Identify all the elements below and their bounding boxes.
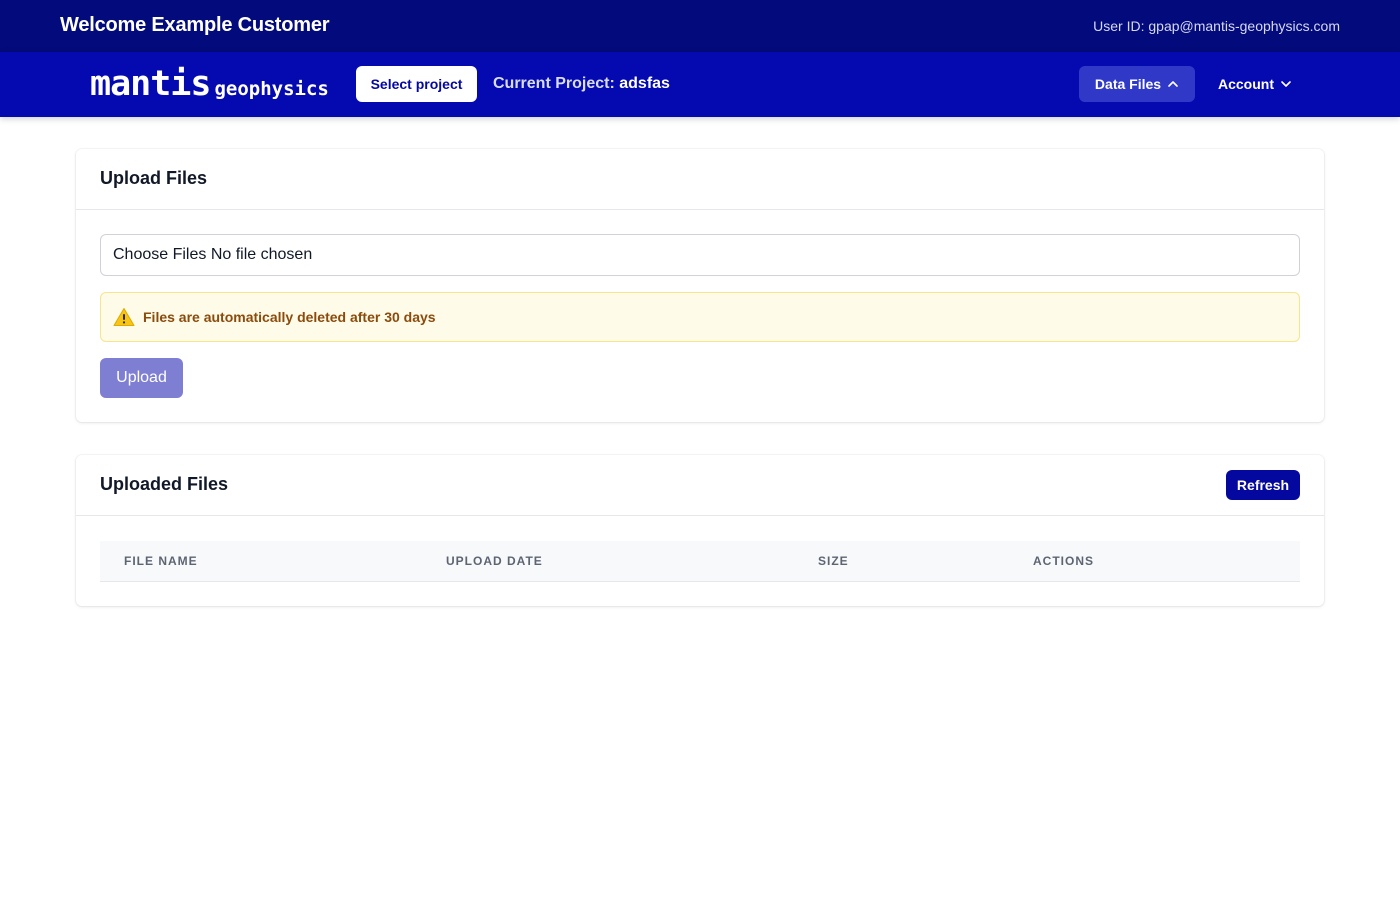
account-menu-button[interactable]: Account: [1207, 66, 1303, 102]
upload-files-card: Upload Files Choose Files No file chosen…: [76, 149, 1324, 422]
current-project: Current Project: adsfas: [493, 75, 670, 93]
select-project-button[interactable]: Select project: [356, 66, 477, 102]
column-header-size[interactable]: SIZE: [818, 554, 849, 568]
upload-card-title: Upload Files: [100, 168, 208, 188]
warning-triangle-icon: [113, 308, 135, 326]
welcome-message: Welcome Example Customer: [60, 14, 330, 36]
warning-notice: Files are automatically deleted after 30…: [100, 292, 1300, 342]
user-id: User ID: gpap@mantis-geophysics.com: [1093, 18, 1340, 34]
chevron-down-icon: [1281, 81, 1291, 87]
upload-card-header: Upload Files: [76, 149, 1324, 210]
current-project-value: adsfas: [619, 75, 670, 92]
logo-sub-text: geophysics: [214, 78, 329, 100]
upload-button[interactable]: Upload: [100, 358, 183, 398]
chevron-up-icon: [1168, 81, 1178, 87]
uploaded-files-card: Uploaded Files Refresh FILE NAME UPLOAD …: [76, 455, 1324, 606]
column-header-actions: ACTIONS: [1033, 554, 1094, 568]
warning-text: Files are automatically deleted after 30…: [143, 309, 436, 325]
current-project-label: Current Project:: [493, 75, 615, 92]
refresh-button[interactable]: Refresh: [1226, 470, 1300, 500]
files-table-header: FILE NAME UPLOAD DATE SIZE ACTIONS: [100, 541, 1300, 582]
column-header-file-name[interactable]: FILE NAME: [124, 554, 198, 568]
logo-main-text: mantis: [90, 64, 211, 104]
data-files-label: Data Files: [1094, 76, 1162, 92]
account-label: Account: [1218, 76, 1274, 92]
uploaded-card-title: Uploaded Files: [100, 474, 229, 494]
file-chooser-input[interactable]: Choose Files No file chosen: [100, 234, 1300, 276]
top-bar: Welcome Example Customer User ID: gpap@m…: [0, 0, 1400, 52]
column-header-upload-date[interactable]: UPLOAD DATE: [446, 554, 543, 568]
data-files-menu-button[interactable]: Data Files: [1079, 66, 1195, 102]
uploaded-card-header: Uploaded Files Refresh: [76, 455, 1324, 516]
nav-bar: mantis geophysics Select project Current …: [0, 52, 1400, 117]
logo[interactable]: mantis geophysics: [90, 64, 329, 104]
